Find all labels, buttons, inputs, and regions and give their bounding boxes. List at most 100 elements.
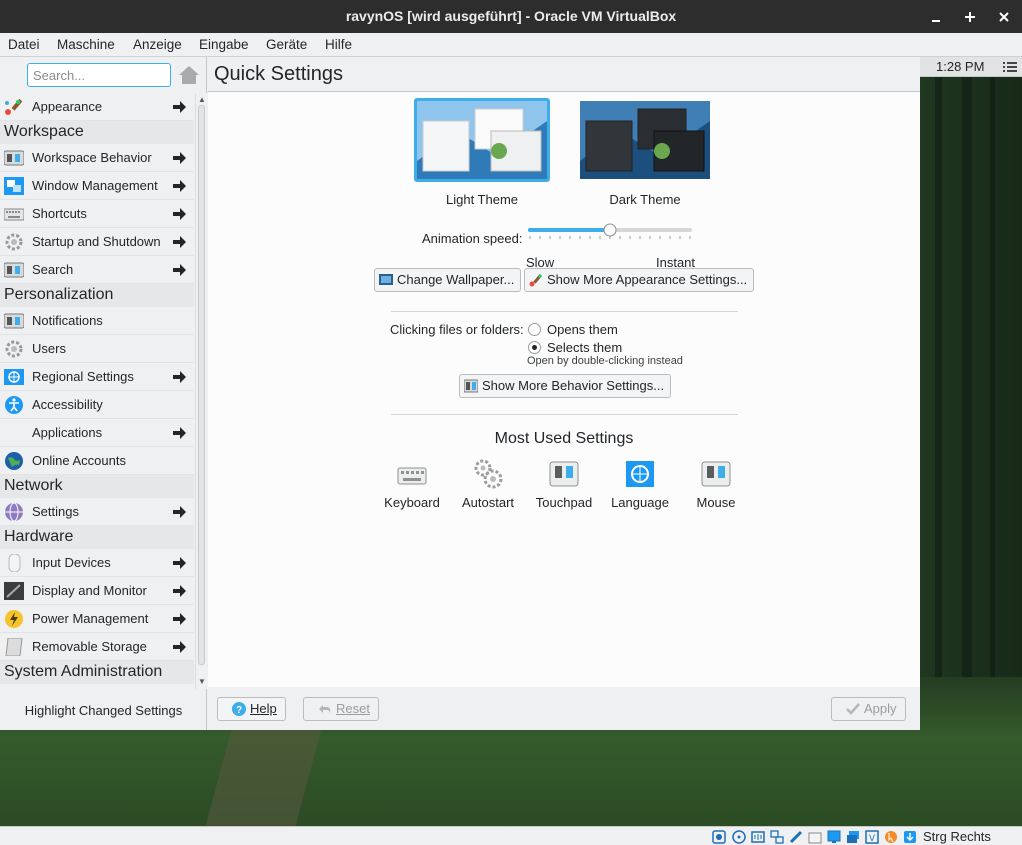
highlight-changed-settings-button[interactable]: Highlight Changed Settings [0,689,207,730]
sidebar-item-regional-settings[interactable]: Regional Settings [0,363,194,391]
display-icon[interactable] [827,830,841,844]
menu-hilfe[interactable]: Hilfe [325,37,352,52]
light-theme-preview [414,98,550,182]
window-management-icon [4,177,24,195]
most-used-autostart[interactable]: Autostart [450,459,526,510]
show-more-behavior-settings-button[interactable]: Show More Behavior Settings... [459,374,672,398]
window-title: ravynOS [wird ausgeführt] - Oracle VM Vi… [345,8,677,24]
shared-folder-icon[interactable] [808,830,822,844]
scroll-up-icon[interactable]: ▲ [198,95,206,104]
menu-geraete[interactable]: Geräte [266,37,307,52]
clock[interactable]: 1:28 PM [936,59,984,74]
sidebar-item-accessibility[interactable]: Accessibility [0,391,194,419]
sidebar-item-label: Shortcuts [32,206,87,221]
sidebar-item-window-management[interactable]: Window Management [0,172,194,200]
most-used-keyboard[interactable]: Keyboard [374,459,450,510]
cpu-icon[interactable]: V [865,830,879,844]
sidebar-item-search[interactable]: Search [0,256,194,284]
light-theme-option[interactable]: Light Theme [414,98,550,207]
menu-anzeige[interactable]: Anzeige [133,37,182,52]
storage-icon [4,637,24,657]
checkmark-icon [846,702,860,716]
most-used-mouse[interactable]: Mouse [678,459,754,510]
animation-speed-label: Animation speed: [422,231,523,246]
search-input[interactable] [27,63,171,87]
most-used-language[interactable]: Language [602,459,678,510]
sidebar-item-label: Settings [32,504,79,519]
search-settings-icon [3,261,25,279]
scrollbar-thumb[interactable] [198,105,205,665]
sidebar-item-label: Removable Storage [32,639,147,654]
power-icon [4,610,24,628]
arrow-right-icon [173,100,187,114]
keyboard-icon [397,459,427,489]
sidebar-item-online-accounts[interactable]: Online Accounts [0,447,194,475]
sidebar-item-workspace-behavior[interactable]: Workspace Behavior [0,144,194,172]
sidebar-item-notifications[interactable]: Notifications [0,307,194,335]
wallpaper-icon [379,273,393,287]
scroll-down-icon[interactable]: ▼ [198,677,206,686]
sidebar-item-startup-shutdown[interactable]: Startup and Shutdown [0,228,194,256]
vbox-titlebar: ravynOS [wird ausgeführt] - Oracle VM Vi… [0,0,1022,33]
arrow-right-icon [173,584,187,598]
hard-disk-icon[interactable] [712,830,726,844]
sidebar-scrollbar[interactable]: ▲ ▼ [195,93,207,689]
home-icon[interactable] [178,65,200,85]
apply-button[interactable]: Apply [831,697,906,721]
touchpad-icon [549,459,579,489]
sidebar-item-shortcuts[interactable]: Shortcuts [0,200,194,228]
reset-button[interactable]: Reset [303,697,379,721]
sidebar-item-label: Appearance [32,99,103,114]
menu-maschine[interactable]: Maschine [57,37,115,52]
animation-speed-slider[interactable] [527,223,695,247]
sidebar-item-label: Search [32,262,74,277]
menu-datei[interactable]: Datei [8,37,40,52]
minimize-icon[interactable] [925,6,947,28]
gear-icon [4,340,24,358]
globe-icon [4,452,24,470]
light-theme-label: Light Theme [445,192,519,207]
category-header-hardware: Hardware [0,526,194,549]
menu-list-icon[interactable] [1003,60,1018,73]
optical-drive-icon[interactable] [732,830,746,844]
close-icon[interactable] [993,6,1015,28]
section-divider [391,414,738,415]
arrow-right-icon [173,612,187,626]
sidebar-item-applications[interactable]: Applications [0,419,194,447]
menu-eingabe[interactable]: Eingabe [199,37,249,52]
sidebar-item-network-settings[interactable]: Settings [0,498,194,526]
arrow-right-icon [173,370,187,384]
category-list: Appearance Workspace Workspace Behavior … [0,93,194,689]
arrow-right-icon [173,235,187,249]
most-used-touchpad[interactable]: Touchpad [526,459,602,510]
audio-icon[interactable] [751,830,765,844]
keyboard-capture-icon[interactable] [903,830,917,844]
quick-settings-content: Light Theme Dark Theme Animation speed: [208,92,920,687]
recording-icon[interactable] [846,830,860,844]
sidebar-item-display-monitor[interactable]: Display and Monitor [0,577,194,605]
sidebar-item-users[interactable]: Users [0,335,194,363]
appearance-icon [529,273,543,287]
monitor-icon [4,582,24,600]
sidebar-item-power-management[interactable]: Power Management [0,605,194,633]
language-icon [625,459,655,489]
mouse-integration-icon[interactable] [884,830,898,844]
regional-icon [4,368,24,386]
dark-theme-option[interactable]: Dark Theme [577,98,713,207]
sidebar-item-removable-storage[interactable]: Removable Storage [0,633,194,661]
change-wallpaper-button[interactable]: Change Wallpaper... [374,268,522,292]
sidebar-item-input-devices[interactable]: Input Devices [0,549,194,577]
host-key-label: Strg Rechts [923,829,991,844]
radio-circle [528,341,541,354]
sidebar-item-label: Display and Monitor [32,583,147,598]
network-icon[interactable] [770,830,784,844]
dark-theme-label: Dark Theme [609,192,681,207]
accessibility-icon [4,396,24,414]
help-button[interactable]: ? Help [217,697,286,721]
sidebar-item-appearance[interactable]: Appearance [0,93,194,121]
sidebar-item-label: Input Devices [32,555,111,570]
show-more-appearance-settings-button[interactable]: Show More Appearance Settings... [524,268,755,292]
gears-icon [473,459,503,489]
usb-icon[interactable] [789,830,803,844]
maximize-icon[interactable] [959,6,981,28]
